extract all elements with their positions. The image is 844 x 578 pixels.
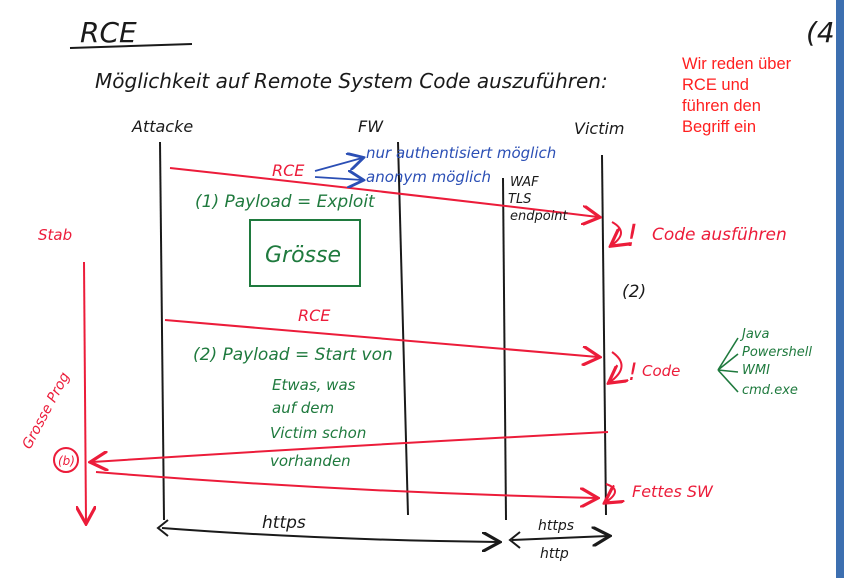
- title: RCE: [80, 16, 137, 49]
- code-option-java: Java: [739, 327, 769, 342]
- size-box-label: Grösse: [265, 243, 341, 268]
- https2-arrow: [511, 536, 608, 540]
- exclaim-1: !: [626, 219, 638, 254]
- curl-arrow-3: [606, 483, 615, 502]
- exclaim-2: !: [628, 358, 638, 386]
- attacker-lifeline: [159, 141, 165, 521]
- col-victim: Victim: [574, 119, 625, 138]
- fw-lifeline: [397, 141, 409, 516]
- code-option-powershell: Powershell: [742, 345, 812, 360]
- fw-note-1: nur authentisiert möglich: [366, 144, 556, 162]
- left-label: Stab: [38, 226, 72, 244]
- fat-sw-arrow: [95, 471, 596, 498]
- big-prog-label: Grosse Prog: [19, 370, 73, 452]
- page-number: (4: [806, 16, 835, 49]
- col-attacker: Attacke: [131, 117, 193, 136]
- defense-tls: TLS: [508, 192, 531, 207]
- fw-note-2: anonym möglich: [366, 168, 491, 186]
- curl-arrow-2: [610, 351, 622, 382]
- victim-lifeline: [601, 154, 607, 516]
- payload-2-line-3: auf dem: [272, 399, 334, 417]
- col-fw: FW: [358, 117, 384, 136]
- defense-waf: WAF: [510, 175, 539, 190]
- payload-2-line-2: Etwas, was: [272, 376, 356, 394]
- https2-label: https: [538, 518, 574, 534]
- defense-endpoint: endpoint: [510, 209, 569, 224]
- curl-arrow-1: [612, 221, 621, 245]
- payload-1: (1) Payload = Exploit: [195, 192, 376, 212]
- code-option-cmd: cmd.exe: [742, 383, 798, 398]
- rce-label-1: RCE: [272, 161, 305, 180]
- fettes-sw-label: Fettes SW: [632, 482, 714, 501]
- code-options-bracket: [717, 337, 739, 393]
- subtitle: Möglichkeit auf Remote System Code auszu…: [95, 69, 608, 93]
- blue-arrow-lower: [314, 177, 362, 180]
- blue-arrow-upper: [314, 158, 362, 172]
- https-label: https: [262, 513, 306, 533]
- left-timeline: [84, 261, 86, 522]
- payload-2-line-4: Victim schon: [270, 424, 366, 442]
- https-arrow: [161, 527, 498, 542]
- step-2-marker: (2): [622, 282, 646, 302]
- code-option-wmi: WMI: [742, 363, 770, 378]
- http-label: http: [540, 546, 569, 562]
- rce-label-2: RCE: [298, 306, 331, 325]
- code-execute: Code ausführen: [652, 225, 787, 245]
- note-text: Wir reden über RCE und führen den Begrif…: [682, 55, 792, 136]
- code-short: Code: [642, 362, 680, 380]
- circle-label: (b): [58, 454, 75, 468]
- payload-2-line-1: (2) Payload = Start von: [193, 345, 393, 365]
- payload-2-line-5: vorhanden: [270, 452, 351, 470]
- right-edge-bar: [836, 0, 844, 578]
